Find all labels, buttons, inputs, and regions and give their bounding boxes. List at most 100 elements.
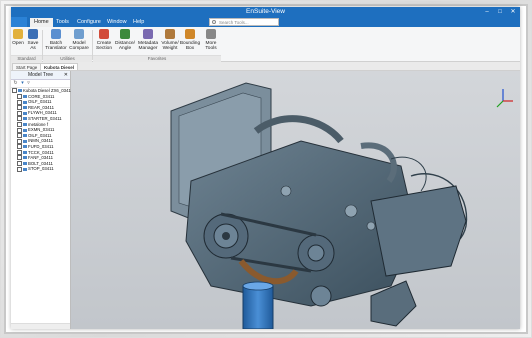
volume-icon [165,29,175,39]
model-compare-label: Model Compare [69,41,89,51]
group-favorites: Favorites [93,55,221,62]
model-tree-toolbar: ↻ ▾ ▿ [11,80,70,88]
tree-item-label: STOP_03411 [28,166,54,172]
tree-item-label: FANF_03411 [28,155,54,161]
volume-weight-label: Volume/ Weight [161,41,179,51]
menu-configure[interactable]: Configure [73,18,105,27]
filter-icon[interactable]: ▾ [20,81,25,86]
search-tools-input[interactable]: Search Tools... [209,18,279,26]
part-icon [23,128,27,132]
tree-item-label: metalone f [28,121,49,127]
create-section-button[interactable]: Create Section [93,29,115,51]
front-pulley-center [222,232,230,240]
tree-item-label: CORE_03411 [28,93,55,99]
gearbox [370,185,467,277]
3d-viewport[interactable]: ✥ ⊕ ↻ ▣ ◉ ▤ ▥ ▦ ◈ ▢ ■ ✶ ◐ ◑ ◇ ◫ ⊞ ⚙ ▭ ⤢ [71,71,520,329]
more-tools-button[interactable]: More Tools [201,29,221,51]
maximize-button[interactable]: □ [494,7,506,17]
tree-item-label: STARTER_03411 [28,115,62,121]
app-window: EnSuite-View – □ ✕ Home Tools Configure … [11,7,520,329]
distance-angle-label: Distance/ Angle [115,41,135,51]
part-icon [23,106,27,110]
horizontal-scrollbar[interactable] [11,323,70,329]
open-button[interactable]: Open [11,29,25,46]
model-tree: Kubota Diesel ZX6_03411 CORE_03411 OILF_0… [11,88,73,172]
menu-window[interactable]: Window [103,18,131,27]
distance-angle-button[interactable]: Distance/ Angle [113,29,137,51]
refresh-icon[interactable]: ↻ [13,81,18,86]
fan-pulley-hub [307,244,325,262]
tree-item-label: FUFD_03411 [28,143,54,149]
engine-model[interactable] [71,71,520,329]
section-icon [99,29,109,39]
menu-help[interactable]: Help [129,18,148,27]
part-icon [23,94,27,98]
model-tree-header: Model Tree ✕ [11,71,70,80]
funnel-icon[interactable]: ▿ [26,81,31,86]
oil-filter-top [242,281,274,291]
part-icon [23,134,27,138]
model-tree-title: Model Tree [27,72,53,78]
tree-item-label: BOLT_03411 [28,160,53,166]
tree-item-label: FLYWH_03411 [28,110,57,116]
batch-icon [51,29,61,39]
oil-filter [242,285,274,329]
menu-tools[interactable]: Tools [52,18,73,27]
metadata-manager-button[interactable]: Metadata Manager [135,29,161,51]
part-icon [23,156,27,160]
tree-item-label: OILF_03411 [28,99,52,105]
compare-icon [74,29,84,39]
tab-start-page[interactable]: Start Page [12,63,42,70]
model-tree-panel: Model Tree ✕ ↻ ▾ ▿ Kubota Diesel ZX6_034… [11,71,73,329]
bounding-box-label: Bounding Box [179,41,201,51]
ribbon: Open Save As Batch Translator Model Comp… [11,27,520,62]
tree-item-label: TCCK_03411 [28,149,54,155]
part-icon [23,100,27,104]
group-standard: Standard [11,55,42,62]
save-as-label: Save As [27,41,39,51]
bolt-detail [280,185,292,197]
part-icon [23,117,27,121]
file-menu-button[interactable] [11,17,27,27]
save-icon [28,29,38,39]
close-button[interactable]: ✕ [507,7,519,17]
tree-item-label: EXMN_03411 [28,127,55,133]
part-icon [23,111,27,115]
more-tools-icon [206,29,216,39]
save-as-button[interactable]: Save As [25,29,41,51]
checkbox-icon[interactable] [17,166,22,172]
tree-item-label: REAR_03411 [28,104,54,110]
part-icon [23,150,27,154]
part-icon [23,167,27,171]
tab-kubota-diesel[interactable]: Kubota Diesel [40,63,79,70]
alternator [310,285,332,307]
folder-icon [13,29,23,39]
model-compare-button[interactable]: Model Compare [68,29,90,51]
part-icon [23,122,27,126]
search-icon [212,20,216,24]
batch-translator-button[interactable]: Batch Translator [43,29,69,51]
bounding-box-button[interactable]: Bounding Box [179,29,201,51]
search-placeholder: Search Tools... [219,20,249,25]
document-tabs: Start Page Kubota Diesel [11,62,520,71]
menu-home[interactable]: Home [30,18,53,27]
open-label: Open [12,41,24,46]
part-icon [23,145,27,149]
window-title: EnSuite-View [246,8,285,15]
bbox-icon [185,29,195,39]
create-section-label: Create Section [96,41,112,51]
part-icon [23,139,27,143]
measure-icon [120,29,130,39]
group-utilities: Utilities [43,55,92,62]
part-icon [23,162,27,166]
tree-item[interactable]: STOP_03411 [11,166,70,172]
volume-weight-button[interactable]: Volume/ Weight [159,29,181,51]
tree-item-label: INMN_03411 [28,138,53,144]
batch-translator-label: Batch Translator [45,41,67,51]
part-icon [18,89,22,93]
bolt-detail [344,204,358,218]
close-icon[interactable]: ✕ [64,71,68,79]
metadata-icon [143,29,153,39]
minimize-button[interactable]: – [481,7,493,17]
metadata-manager-label: Metadata Manager [137,41,158,51]
